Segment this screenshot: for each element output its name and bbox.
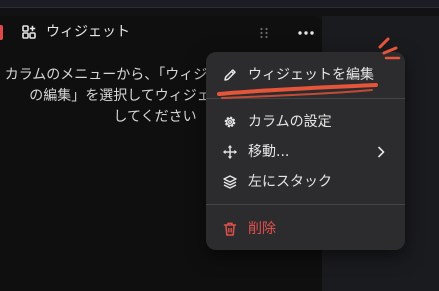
menu-divider xyxy=(206,204,405,205)
trash-icon xyxy=(223,222,237,236)
gear-icon xyxy=(224,116,236,128)
move-arrows-icon xyxy=(223,145,237,159)
column-context-menu: ウィジェットを編集 カラムの設定 移動... 左にスタック 削除 xyxy=(206,52,405,250)
menu-item-label: 削除 xyxy=(248,221,276,237)
menu-item-delete[interactable]: 削除 xyxy=(206,216,405,242)
menu-item-edit-widgets[interactable]: ウィジェットを編集 xyxy=(206,62,405,88)
app-window: ウィジェット カラムのメニューから、「ウィジェットを編集」 の編集」を選択してウ… xyxy=(0,0,439,291)
menu-item-label: 移動... xyxy=(248,144,290,160)
menu-item-label: ウィジェットを編集 xyxy=(248,67,374,83)
pencil-icon xyxy=(224,69,236,81)
menu-item-move[interactable]: 移動... xyxy=(206,139,405,165)
more-options-button[interactable] xyxy=(296,26,316,40)
column-accent-indicator xyxy=(0,25,3,40)
widgets-icon xyxy=(22,25,36,39)
drag-handle-icon[interactable] xyxy=(259,27,269,39)
menu-item-label: カラムの設定 xyxy=(248,114,332,130)
column-title: ウィジェット xyxy=(46,24,130,40)
top-bar xyxy=(0,0,439,8)
menu-item-column-settings[interactable]: カラムの設定 xyxy=(206,109,405,135)
menu-item-stack-left[interactable]: 左にスタック xyxy=(206,169,405,195)
chevron-right-icon xyxy=(378,146,385,158)
menu-divider xyxy=(206,98,405,99)
layers-icon xyxy=(223,175,237,189)
menu-item-label: 左にスタック xyxy=(248,174,332,190)
